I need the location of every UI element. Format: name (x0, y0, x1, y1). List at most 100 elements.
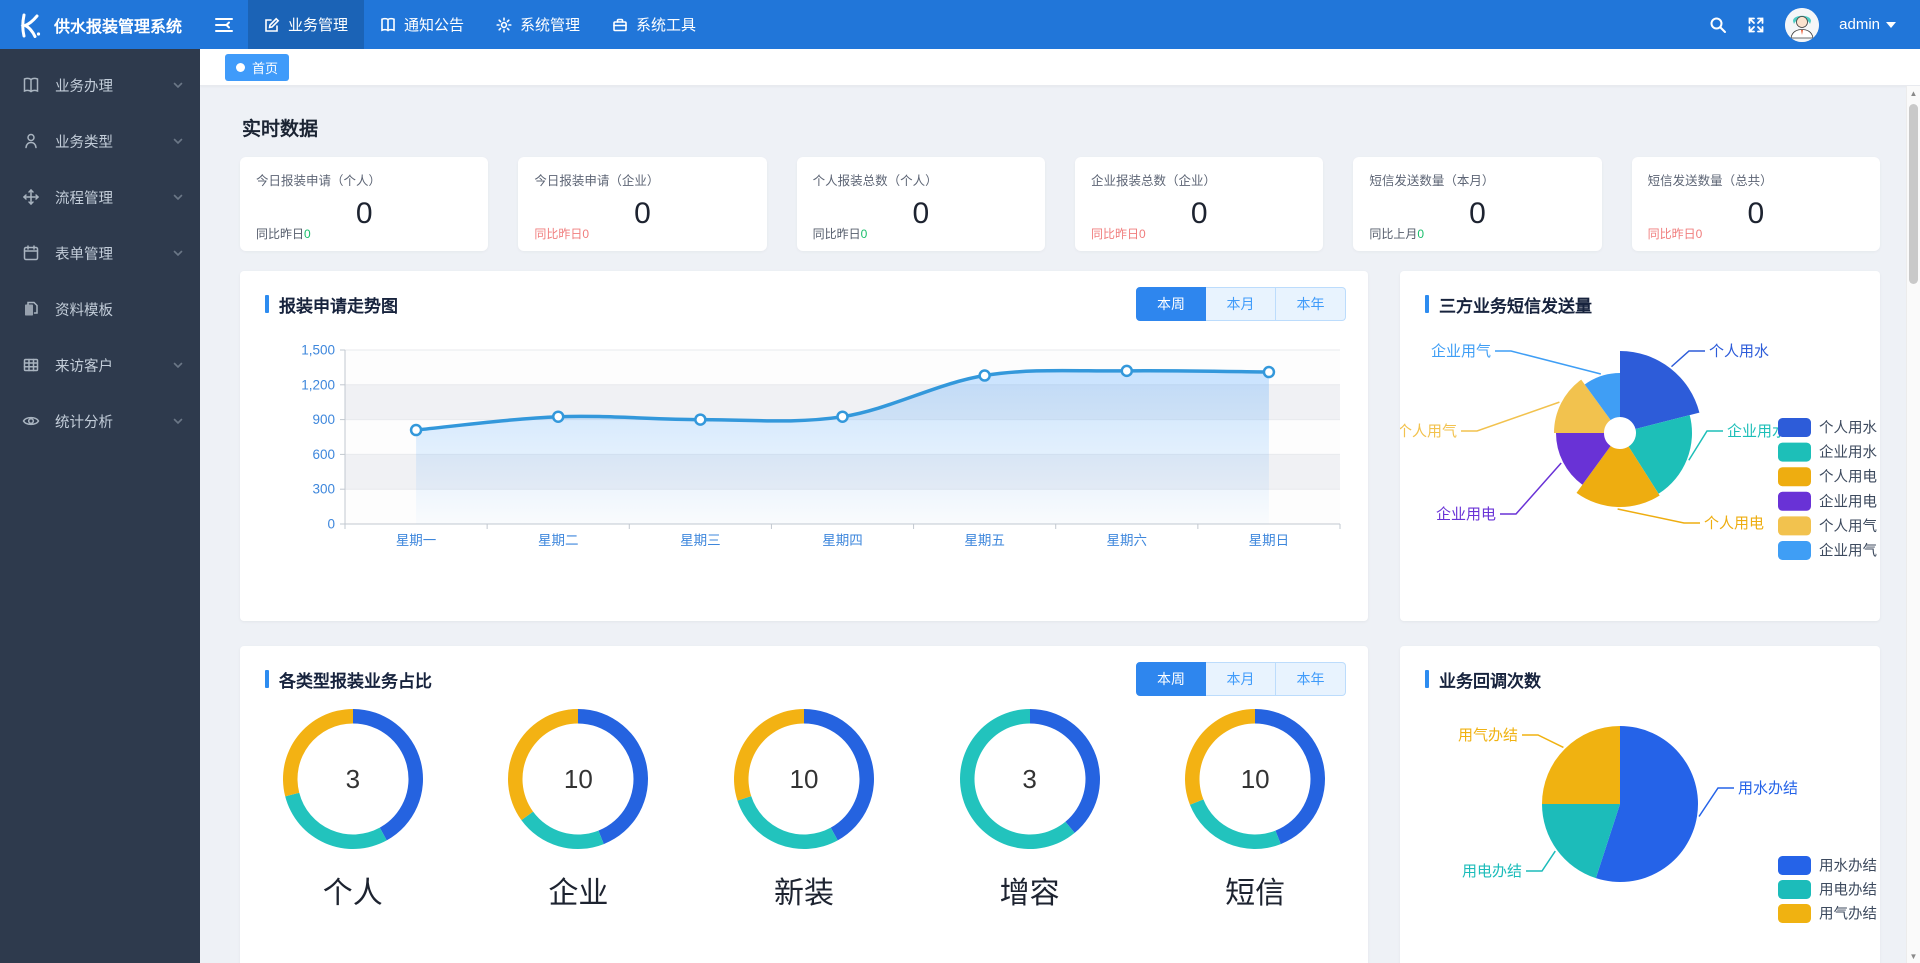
search-icon[interactable] (1709, 16, 1727, 34)
stat-card-sms-total: 短信发送数量（总共） 0 同比昨日0 (1632, 157, 1880, 251)
stat-card-label: 短信发送数量（本月） (1369, 170, 1585, 189)
pie-callout-label: 个人用电 (1704, 515, 1764, 532)
svg-text:个人用电: 个人用电 (1819, 469, 1877, 486)
sidebar-item-label: 表单管理 (55, 243, 113, 264)
top-menu: 业务管理 通知公告 系统管理 (248, 0, 712, 49)
scroll-down-icon[interactable]: ▼ (1907, 949, 1920, 963)
svg-text:用电办结: 用电办结 (1819, 882, 1877, 899)
legend-item[interactable]: 企业用水 (1778, 443, 1877, 462)
calendar-icon (22, 244, 40, 262)
stat-card-footer: 同比昨日0 (813, 225, 868, 242)
tab-system-tools[interactable]: 系统工具 (596, 0, 712, 49)
stat-card-label: 短信发送数量（总共） (1648, 170, 1864, 189)
stat-card-total-personal: 个人报装总数（个人） 0 同比昨日0 (797, 157, 1045, 251)
tag-home[interactable]: 首页 (225, 54, 289, 81)
eye-icon (22, 412, 40, 430)
svg-text:企业用气: 企业用气 (1819, 542, 1877, 560)
svg-text:星期六: 星期六 (1107, 533, 1148, 548)
svg-text:星期三: 星期三 (680, 533, 721, 548)
svg-text:星期一: 星期一 (396, 533, 437, 548)
copy-icon (22, 300, 40, 318)
donut-center-value: 10 (729, 704, 879, 854)
sms-rose-panel: 三方业务短信发送量 个人用水企业用水个人用电企业用电个人用气企业用气个人用水企业… (1400, 271, 1880, 621)
scrollbar-thumb[interactable] (1909, 104, 1918, 284)
sidebar-item-business-type[interactable]: 业务类型 (0, 113, 200, 169)
sidebar-item-visiting-customers[interactable]: 来访客户 (0, 337, 200, 393)
stat-card-label: 今日报装申请（个人） (256, 170, 472, 189)
svg-text:用水办结: 用水办结 (1819, 858, 1877, 875)
range-week-button[interactable]: 本周 (1136, 287, 1206, 321)
range-week-button[interactable]: 本周 (1136, 662, 1206, 696)
type-ratio-panel-title: 各类型报装业务占比 (265, 667, 432, 692)
page-scrollbar[interactable]: ▲ ▼ (1906, 86, 1920, 963)
range-year-button[interactable]: 本年 (1276, 287, 1346, 321)
chevron-down-icon (172, 191, 184, 203)
stat-card-total-enterprise: 企业报装总数（企业） 0 同比昨日0 (1075, 157, 1323, 251)
legend-item[interactable]: 个人用电 (1778, 467, 1877, 486)
sidebar-item-label: 流程管理 (55, 187, 113, 208)
stat-card-label: 个人报装总数（个人） (813, 170, 1029, 189)
sidebar-item-business-handling[interactable]: 业务办理 (0, 57, 200, 113)
tag-home-label: 首页 (252, 58, 278, 77)
type-ratio-range-toggle: 本周 本月 本年 (1136, 662, 1346, 696)
range-year-button[interactable]: 本年 (1276, 662, 1346, 696)
app-title: 供水报装管理系统 (54, 13, 182, 37)
sidebar-item-process-management[interactable]: 流程管理 (0, 169, 200, 225)
tab-system-management[interactable]: 系统管理 (480, 0, 596, 49)
user-menu[interactable]: admin (1839, 16, 1896, 33)
stat-cards: 今日报装申请（个人） 0 同比昨日0 今日报装申请（企业） 0 同比昨日0 个人… (240, 157, 1880, 251)
pie-callout-label: 用电办结 (1462, 863, 1522, 880)
legend-item[interactable]: 用电办结 (1778, 880, 1877, 899)
stat-card-today-enterprise: 今日报装申请（企业） 0 同比昨日0 (518, 157, 766, 251)
svg-text:星期五: 星期五 (964, 533, 1005, 548)
donut-center-value: 10 (1180, 704, 1330, 854)
tab-label: 系统工具 (636, 14, 696, 35)
range-month-button[interactable]: 本月 (1206, 662, 1276, 696)
sidebar-toggle[interactable] (200, 0, 248, 49)
svg-text:1,200: 1,200 (301, 377, 335, 392)
svg-text:企业用电: 企业用电 (1819, 492, 1877, 510)
user-avatar[interactable] (1785, 8, 1819, 42)
sidebar: 业务办理 业务类型 流程管理 表单管理 资料模板 来访客户 统计分析 (0, 49, 200, 963)
tab-business-management[interactable]: 业务管理 (248, 0, 364, 49)
tab-notice[interactable]: 通知公告 (364, 0, 480, 49)
legend-item[interactable]: 企业用气 (1778, 541, 1877, 560)
tab-label: 系统管理 (520, 14, 580, 35)
realtime-data-heading: 实时数据 (242, 114, 1880, 141)
sidebar-item-label: 来访客户 (55, 355, 113, 376)
fullscreen-icon[interactable] (1747, 16, 1765, 34)
sidebar-item-form-management[interactable]: 表单管理 (0, 225, 200, 281)
trend-line-chart: 03006009001,2001,500星期一星期二星期三星期四星期五星期六星期… (240, 341, 1368, 556)
table-icon (22, 356, 40, 374)
stat-card-label: 企业报装总数（企业） (1091, 170, 1307, 189)
svg-text:星期二: 星期二 (538, 533, 579, 548)
legend-item[interactable]: 个人用水 (1778, 418, 1877, 437)
sidebar-item-document-template[interactable]: 资料模板 (0, 281, 200, 337)
app-brand: 供水报装管理系统 (0, 0, 200, 49)
legend-item[interactable]: 个人用气 (1778, 516, 1877, 535)
pie-callout-label: 个人用气 (1400, 423, 1457, 440)
edit-square-icon (264, 17, 280, 33)
active-dot-icon (236, 63, 245, 72)
title-accent-bar (265, 670, 269, 688)
gear-icon (496, 17, 512, 33)
menu-fold-icon (214, 16, 234, 34)
chevron-down-icon (172, 247, 184, 259)
trend-panel-title: 报装申请走势图 (265, 292, 398, 317)
trend-range-toggle: 本周 本月 本年 (1136, 287, 1346, 321)
range-month-button[interactable]: 本月 (1206, 287, 1276, 321)
legend-item[interactable]: 用气办结 (1778, 904, 1877, 923)
legend-item[interactable]: 企业用电 (1778, 492, 1877, 511)
donut-label: 增容 (955, 868, 1105, 912)
svg-text:个人用气: 个人用气 (1819, 518, 1877, 535)
book-icon (380, 17, 396, 33)
chevron-down-icon (172, 415, 184, 427)
donut-group: 3 个人 10 企业 10 新装 3 增容 (240, 696, 1368, 912)
legend-item[interactable]: 用水办结 (1778, 856, 1877, 875)
donut-sms: 10 短信 (1180, 704, 1330, 912)
pie-callout-label: 企业用电 (1436, 505, 1496, 523)
sidebar-item-statistics[interactable]: 统计分析 (0, 393, 200, 449)
scroll-up-icon[interactable]: ▲ (1907, 86, 1920, 100)
stat-card-footer: 同比昨日0 (1091, 225, 1146, 242)
stat-card-sms-month: 短信发送数量（本月） 0 同比上月0 (1353, 157, 1601, 251)
